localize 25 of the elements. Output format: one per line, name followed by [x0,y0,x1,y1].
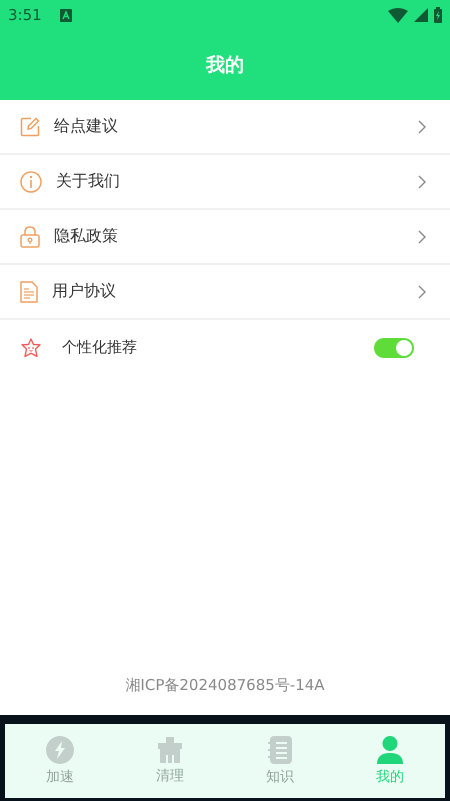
document-icon [20,280,38,302]
menu-item[interactable]: 隐私政策 [0,210,450,265]
chevron-right-icon [418,174,426,188]
lightning-icon [46,736,74,764]
chevron-right-icon [418,230,426,244]
chevron-right-icon [418,284,426,298]
notebook-icon [268,736,292,764]
menu-item[interactable]: 给点建议 [0,100,450,155]
icp-text: 湘ICP备2024087685号-14A [124,676,326,696]
battery-icon [434,7,442,23]
setting-label: 个性化推荐 [62,338,137,357]
menu-item[interactable]: 用户协议 [0,265,450,320]
lock-icon [20,226,40,248]
status-time: 3:51 [8,6,42,24]
wifi-icon [388,8,408,22]
star-icon [20,338,42,358]
chevron-right-icon [418,120,426,134]
keyboard-icon [60,8,72,22]
page-title: 我的 [206,53,244,78]
signal-icon [414,8,428,22]
info-icon [20,170,42,192]
menu-item[interactable]: 关于我们 [0,155,450,210]
toggle-switch[interactable] [374,338,414,358]
person-icon [377,736,403,764]
edit-icon [20,116,40,136]
